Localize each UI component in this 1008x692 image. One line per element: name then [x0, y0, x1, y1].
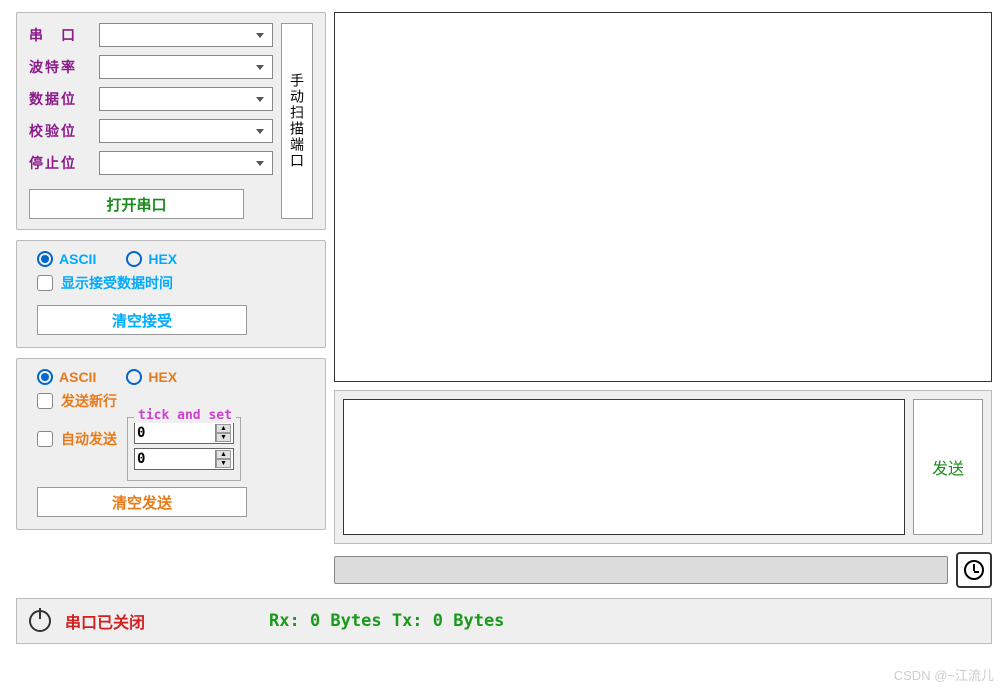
send-textarea[interactable]	[343, 399, 905, 535]
send-panel: ASCII HEX 发送新行 自动发送 tick and set 0▲▼ 0▲▼…	[16, 358, 326, 530]
tick-group: tick and set 0▲▼ 0▲▼	[127, 417, 241, 481]
baud-label: 波特率	[29, 57, 99, 77]
tx-ascii-radio[interactable]: ASCII	[37, 369, 96, 385]
baud-combo[interactable]	[99, 55, 273, 79]
timer-button[interactable]	[956, 552, 992, 588]
open-port-button[interactable]: 打开串口	[29, 189, 244, 219]
port-combo[interactable]	[99, 23, 273, 47]
port-label: 串 口	[29, 25, 99, 45]
receive-textarea[interactable]	[334, 12, 992, 382]
tick-spinner-2[interactable]: 0▲▼	[134, 448, 234, 470]
rx-showtime-checkbox[interactable]: 显示接受数据时间	[29, 273, 313, 293]
rx-hex-radio[interactable]: HEX	[126, 251, 177, 267]
clear-receive-button[interactable]: 清空接受	[37, 305, 247, 335]
bytes-counter: Rx: 0 Bytes Tx: 0 Bytes	[269, 611, 504, 631]
tick-legend: tick and set	[134, 408, 236, 423]
send-area-wrap: 发送	[334, 390, 992, 544]
scan-port-button[interactable]: 手动扫描端口	[281, 23, 313, 219]
databits-label: 数据位	[29, 89, 99, 109]
watermark: CSDN @~江流儿	[894, 665, 994, 684]
tx-autosend-checkbox[interactable]: 自动发送	[37, 429, 117, 449]
port-status-text: 串口已关闭	[65, 609, 145, 633]
clock-icon	[964, 560, 984, 580]
port-settings-panel: 串 口 波特率 数据位 校验位 停止位	[16, 12, 326, 230]
rx-ascii-radio[interactable]: ASCII	[37, 251, 96, 267]
tx-hex-radio[interactable]: HEX	[126, 369, 177, 385]
tick-spinner-1[interactable]: 0▲▼	[134, 422, 234, 444]
parity-label: 校验位	[29, 121, 99, 141]
stopbits-label: 停止位	[29, 153, 99, 173]
send-button[interactable]: 发送	[913, 399, 983, 535]
status-bar: 串口已关闭 Rx: 0 Bytes Tx: 0 Bytes	[16, 598, 992, 644]
clear-send-button[interactable]: 清空发送	[37, 487, 247, 517]
stopbits-combo[interactable]	[99, 151, 273, 175]
progress-bar	[334, 556, 948, 584]
parity-combo[interactable]	[99, 119, 273, 143]
databits-combo[interactable]	[99, 87, 273, 111]
power-icon	[29, 610, 51, 632]
receive-panel: ASCII HEX 显示接受数据时间 清空接受	[16, 240, 326, 348]
